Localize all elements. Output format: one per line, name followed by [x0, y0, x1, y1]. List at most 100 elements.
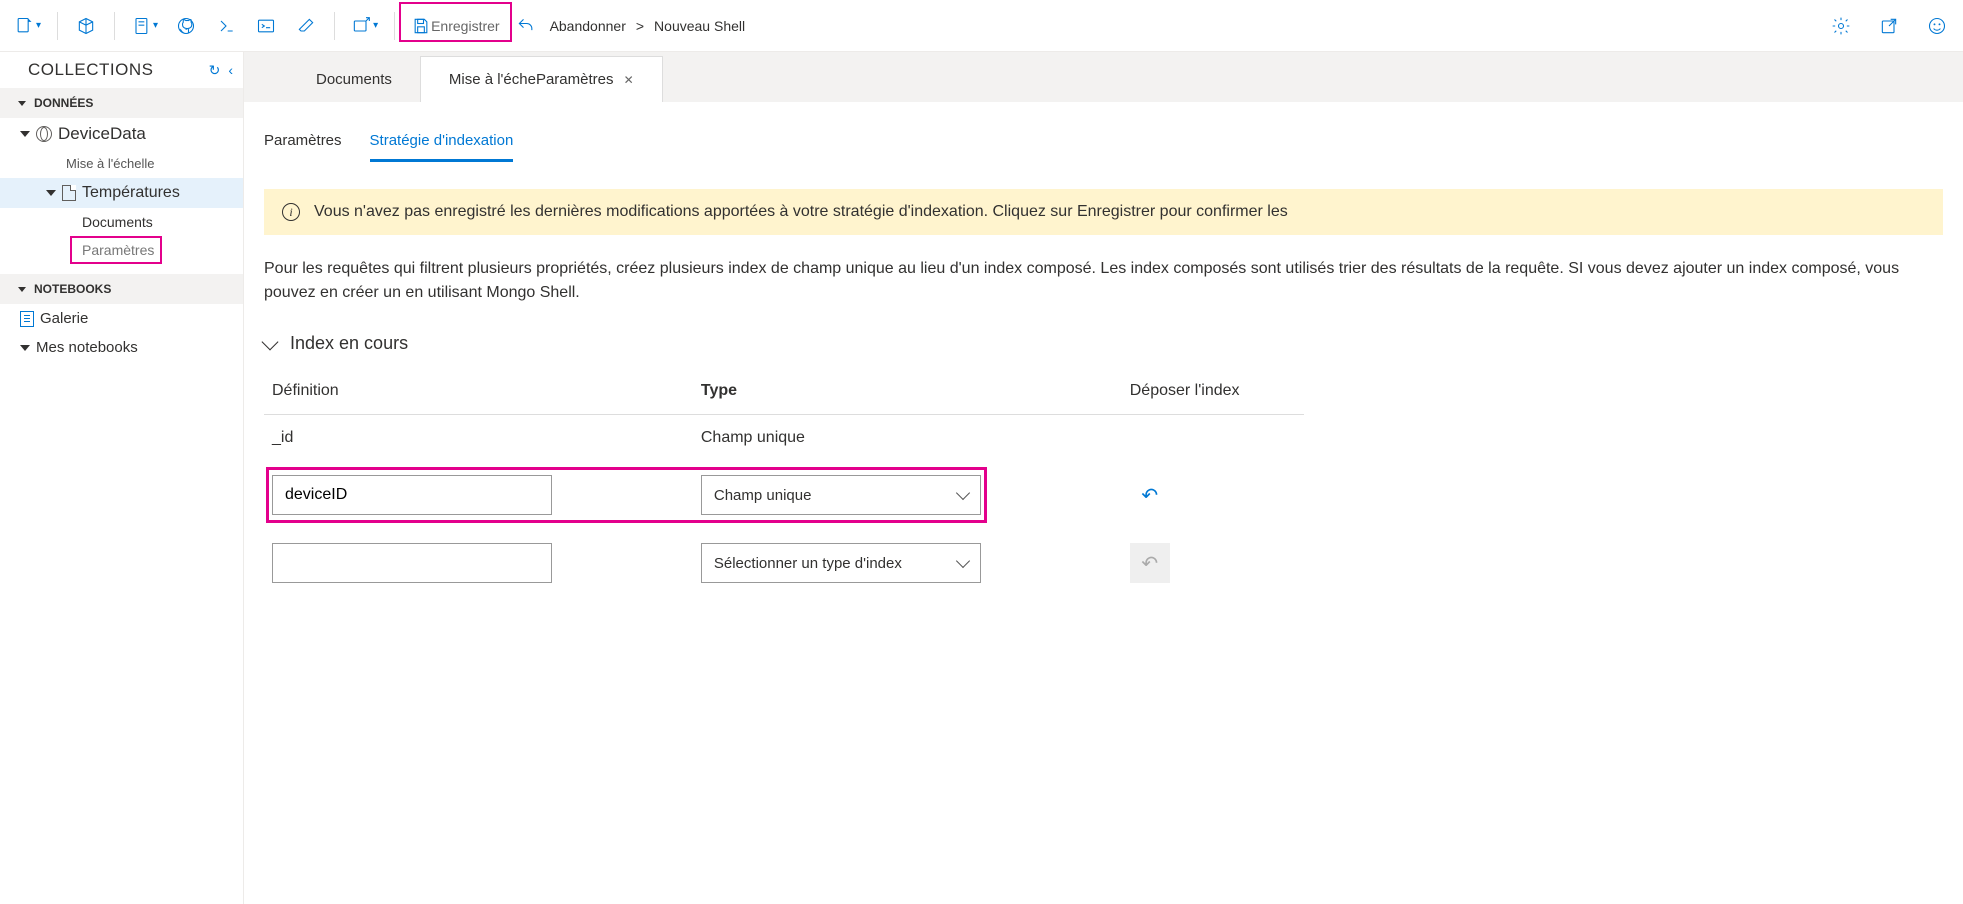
tab-documents[interactable]: Documents [288, 57, 420, 102]
index-section-header[interactable]: Index en cours [264, 333, 1943, 354]
index-type-value: Champ unique [714, 487, 812, 504]
new-document-icon [14, 16, 34, 36]
index-definition-input[interactable] [272, 543, 552, 583]
section-notebooks-label: NOTEBOOKS [34, 282, 111, 296]
subtabs: Paramètres Stratégie d'indexation [264, 126, 1943, 163]
settings-button[interactable] [1823, 8, 1859, 44]
subtab-indexing[interactable]: Stratégie d'indexation [370, 126, 514, 162]
index-def-static: _id [264, 415, 693, 462]
chevron-down-icon: ▾ [153, 20, 158, 31]
gear-icon [1831, 16, 1851, 36]
collection-icon [62, 185, 76, 201]
sidebar-title: COLLECTIONS [28, 60, 153, 80]
index-type-select[interactable]: Sélectionner un type d'index [701, 543, 981, 583]
github-icon [176, 16, 196, 36]
collection-label: Températures [82, 184, 180, 202]
tree-database[interactable]: DeviceData [0, 118, 243, 150]
unsaved-alert: i Vous n'avez pas enregistré les dernièr… [264, 189, 1943, 235]
col-definition: Définition [264, 372, 693, 415]
caret-down-icon [18, 101, 26, 106]
save-label: Enregistrer [431, 18, 499, 34]
breadcrumb-new-shell[interactable]: Nouveau Shell [654, 18, 745, 34]
index-definition-input[interactable] [272, 475, 552, 515]
tree-scale[interactable]: Mise à l'échelle [0, 150, 243, 178]
undo-icon [516, 16, 536, 36]
refresh-icon[interactable]: ↻ [209, 62, 221, 79]
open-link-icon [351, 16, 371, 36]
caret-down-icon [20, 345, 30, 351]
index-table: Définition Type Déposer l'index _idChamp… [264, 372, 1304, 597]
database-label: DeviceData [58, 124, 146, 144]
terminal-button[interactable] [208, 8, 244, 44]
index-type-select[interactable]: Champ unique [701, 475, 981, 515]
separator [394, 12, 395, 40]
undo-index-button: ↶ [1130, 543, 1170, 583]
help-paragraph: Pour les requêtes qui filtrent plusieurs… [264, 257, 1943, 305]
notebook-icon [131, 16, 151, 36]
index-type-value: Sélectionner un type d'index [714, 555, 902, 572]
link-button[interactable]: ▾ [345, 8, 384, 44]
sidebar: COLLECTIONS ↻ ‹ DONNÉES DeviceData Mise … [0, 52, 244, 904]
info-icon: i [282, 203, 300, 221]
tab-documents-label: Documents [316, 71, 392, 88]
new-item-button[interactable]: ▾ [8, 8, 47, 44]
caret-down-icon [20, 131, 30, 137]
cube-icon [76, 16, 96, 36]
external-icon [1879, 16, 1899, 36]
col-drop: Déposer l'index [1122, 372, 1304, 415]
console-icon [256, 16, 276, 36]
eraser-icon [296, 16, 316, 36]
open-external-button[interactable] [1871, 8, 1907, 44]
tree-gallery[interactable]: Galerie [0, 304, 243, 333]
separator [57, 12, 58, 40]
breadcrumb-sep: > [636, 18, 644, 34]
notebook-button[interactable]: ▾ [125, 8, 164, 44]
chevron-down-icon: ▾ [36, 20, 41, 31]
tree-documents[interactable]: Documents [0, 208, 243, 236]
console-button[interactable] [248, 8, 284, 44]
sidebar-section-data[interactable]: DONNÉES [0, 88, 243, 118]
tree-my-notebooks[interactable]: Mes notebooks [0, 333, 243, 362]
my-notebooks-label: Mes notebooks [36, 339, 138, 356]
tree-collection[interactable]: Températures [0, 178, 243, 208]
table-row: _idChamp unique [264, 415, 1304, 462]
separator [114, 12, 115, 40]
undo-index-button[interactable]: ↶ [1130, 475, 1170, 515]
save-button[interactable]: Enregistrer [405, 8, 505, 44]
feedback-button[interactable] [1919, 8, 1955, 44]
smiley-icon [1927, 16, 1947, 36]
table-row: Sélectionner un type d'index ↶ [264, 529, 1304, 597]
caret-down-icon [46, 190, 56, 196]
discard-label[interactable]: Abandonner [550, 18, 626, 34]
terminal-chevron-icon [216, 16, 236, 36]
subtab-params[interactable]: Paramètres [264, 126, 342, 162]
collapse-sidebar-icon[interactable]: ‹ [228, 62, 233, 79]
gallery-label: Galerie [40, 310, 88, 327]
chevron-down-icon [262, 333, 279, 350]
table-row: Champ unique ↶ [264, 461, 1304, 529]
chevron-down-icon [956, 554, 970, 568]
sidebar-section-notebooks[interactable]: NOTEBOOKS [0, 274, 243, 304]
caret-down-icon [18, 287, 26, 292]
save-icon [411, 16, 431, 36]
gallery-icon [20, 311, 34, 327]
close-tab-icon[interactable]: ✕ [624, 73, 634, 87]
chevron-down-icon [956, 486, 970, 500]
alert-text: Vous n'avez pas enregistré les dernières… [314, 203, 1288, 221]
package-button[interactable] [68, 8, 104, 44]
clear-button[interactable] [288, 8, 324, 44]
document-tabs: Documents Mise à l'écheParamètres ✕ [244, 52, 1963, 102]
command-bar: ▾ ▾ ▾ Enregistrer Abandonner > Nouveau S… [0, 0, 1963, 52]
tree-parametres[interactable]: Paramètres [0, 236, 243, 264]
github-button[interactable] [168, 8, 204, 44]
section-data-label: DONNÉES [34, 96, 93, 110]
separator [334, 12, 335, 40]
index-type-static: Champ unique [693, 415, 1122, 462]
chevron-down-icon: ▾ [373, 20, 378, 31]
database-icon [36, 126, 52, 142]
col-type: Type [693, 372, 1122, 415]
index-section-title: Index en cours [290, 333, 408, 354]
main-area: Documents Mise à l'écheParamètres ✕ Para… [244, 52, 1963, 904]
undo-button[interactable] [510, 8, 542, 44]
tab-scale-params[interactable]: Mise à l'écheParamètres ✕ [420, 56, 663, 102]
